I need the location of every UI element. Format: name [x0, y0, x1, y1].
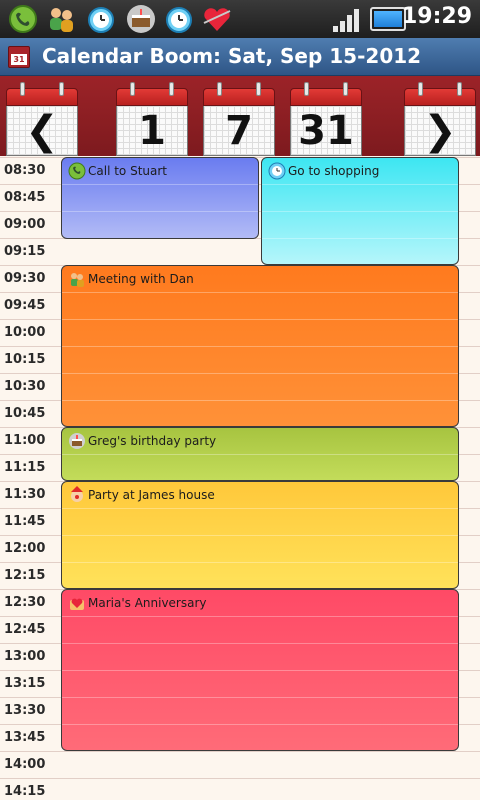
phone-icon[interactable] [6, 3, 40, 35]
month-view-button[interactable]: 31 [290, 82, 362, 158]
contacts-icon[interactable] [44, 3, 78, 35]
status-bar: 19:29 [0, 0, 480, 38]
month-view-label: 31 [290, 106, 362, 156]
time-label: 08:45 [4, 190, 46, 205]
chevron-left-icon: ❮ [6, 106, 78, 156]
page-title: Calendar Boom: Sat, Sep 15-2012 [42, 44, 422, 68]
event-title: Party at James house [88, 488, 215, 502]
time-label: 12:45 [4, 622, 46, 637]
contacts-icon [68, 270, 86, 288]
event-item[interactable]: Party at James house [61, 481, 459, 589]
heart-icon [68, 594, 86, 612]
event-item[interactable]: Greg's birthday party [61, 427, 459, 481]
time-label: 14:00 [4, 757, 46, 772]
day-view-button[interactable]: 1 [116, 82, 188, 158]
time-label: 10:15 [4, 352, 46, 367]
alarm-clock-icon[interactable] [162, 3, 196, 35]
phone-icon [68, 162, 86, 180]
time-label: 09:15 [4, 244, 46, 259]
previous-day-button[interactable]: ❮ [6, 82, 78, 158]
time-label: 09:45 [4, 298, 46, 313]
time-label: 10:45 [4, 406, 46, 421]
birthday-cake-icon[interactable] [124, 3, 158, 35]
event-item[interactable]: Maria's Anniversary [61, 589, 459, 751]
day-schedule[interactable]: 08:30 08:45 09:00 09:15 09:30 09:45 10:00 10:15… [0, 156, 480, 800]
time-divider [0, 751, 480, 752]
navigation-bar: ❮ 1 7 31 ❯ [0, 76, 480, 156]
time-label: 11:30 [4, 487, 46, 502]
event-title: Maria's Anniversary [88, 596, 207, 610]
day-view-label: 1 [116, 106, 188, 156]
status-time: 19:29 [401, 4, 472, 29]
time-label: 13:30 [4, 703, 46, 718]
time-label: 08:30 [4, 163, 46, 178]
birthday-cake-icon [68, 432, 86, 450]
time-label: 09:30 [4, 271, 46, 286]
battery-icon [370, 7, 406, 31]
clown-icon [68, 486, 86, 504]
time-label: 12:30 [4, 595, 46, 610]
time-label: 12:00 [4, 541, 46, 556]
signal-strength-icon [333, 8, 363, 32]
event-title: Go to shopping [288, 164, 380, 178]
event-item[interactable]: Call to Stuart [61, 157, 259, 239]
chevron-right-icon: ❯ [404, 106, 476, 156]
time-label: 11:15 [4, 460, 46, 475]
time-label: 13:00 [4, 649, 46, 664]
time-label: 09:00 [4, 217, 46, 232]
time-label: 14:15 [4, 784, 46, 799]
event-title: Meeting with Dan [88, 272, 194, 286]
week-view-label: 7 [203, 106, 275, 156]
event-title: Greg's birthday party [88, 434, 217, 448]
next-day-button[interactable]: ❯ [404, 82, 476, 158]
time-label: 10:00 [4, 325, 46, 340]
week-view-button[interactable]: 7 [203, 82, 275, 158]
alarm-clock-icon[interactable] [84, 3, 118, 35]
event-title: Call to Stuart [88, 164, 167, 178]
time-label: 11:45 [4, 514, 46, 529]
title-bar: Calendar Boom: Sat, Sep 15-2012 [0, 38, 480, 76]
event-item[interactable]: Meeting with Dan [61, 265, 459, 427]
time-divider [0, 778, 480, 779]
event-item[interactable]: Go to shopping [261, 157, 459, 265]
calendar-app-icon [8, 46, 30, 68]
time-slot[interactable]: 14:15 [0, 778, 480, 800]
heart-icon[interactable] [200, 3, 234, 35]
time-label: 13:45 [4, 730, 46, 745]
time-slot[interactable]: 14:00 [0, 751, 480, 778]
time-label: 10:30 [4, 379, 46, 394]
time-label: 11:00 [4, 433, 46, 448]
alarm-clock-icon [268, 162, 286, 180]
time-label: 13:15 [4, 676, 46, 691]
time-label: 12:15 [4, 568, 46, 583]
